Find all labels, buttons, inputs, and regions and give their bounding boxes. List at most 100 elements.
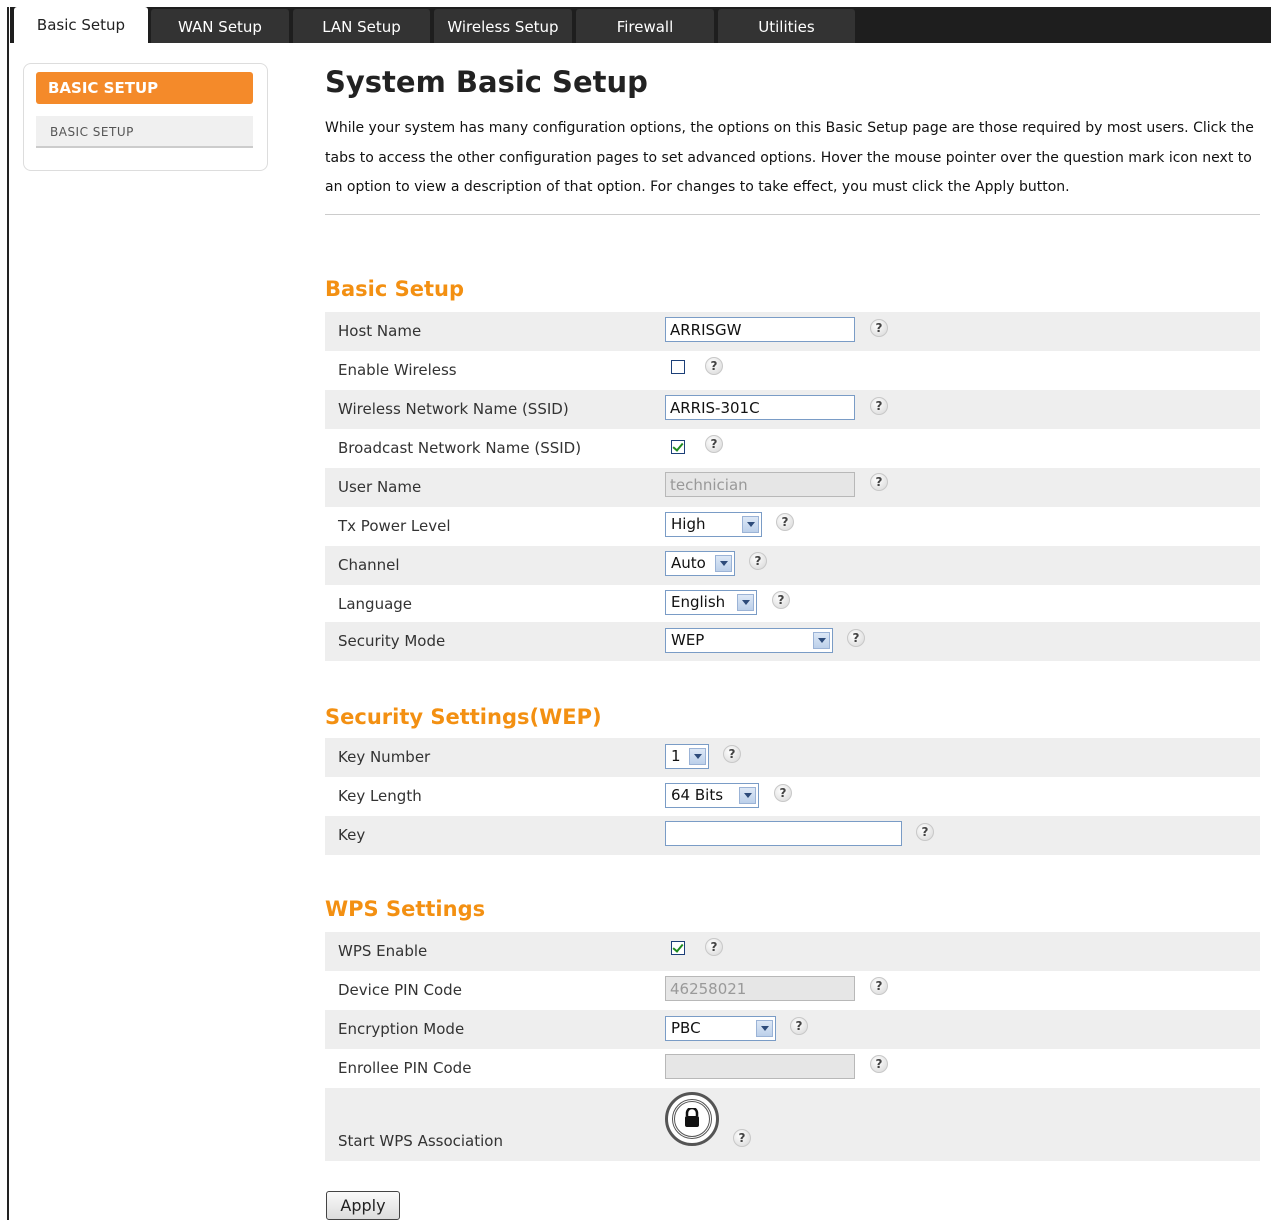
wps-push-button[interactable] bbox=[665, 1092, 719, 1146]
security-mode-select[interactable]: WEP bbox=[665, 628, 833, 653]
help-icon[interactable]: ? bbox=[733, 1129, 751, 1147]
encryption-mode-value: PBC bbox=[671, 1019, 701, 1037]
row-channel: Channel Auto ? bbox=[325, 546, 1260, 585]
top-tab-bar: Basic Setup WAN Setup LAN Setup Wireless… bbox=[10, 7, 1271, 43]
key-number-value: 1 bbox=[671, 747, 681, 765]
checkmark-icon bbox=[672, 941, 684, 953]
row-broadcast-ssid: Broadcast Network Name (SSID) ? bbox=[325, 429, 1260, 468]
window-left-border bbox=[7, 7, 9, 1220]
help-icon[interactable]: ? bbox=[705, 357, 723, 375]
tx-power-select[interactable]: High bbox=[665, 512, 762, 537]
encryption-mode-label: Encryption Mode bbox=[338, 1020, 465, 1038]
start-wps-label: Start WPS Association bbox=[338, 1132, 503, 1150]
wps-enable-label: WPS Enable bbox=[338, 942, 428, 960]
enrollee-pin-label: Enrollee PIN Code bbox=[338, 1059, 472, 1077]
host-name-label: Host Name bbox=[338, 322, 422, 340]
chevron-down-icon bbox=[689, 748, 706, 765]
row-key-number: Key Number 1 ? bbox=[325, 738, 1260, 777]
enable-wireless-label: Enable Wireless bbox=[338, 361, 457, 379]
row-start-wps: Start WPS Association ? bbox=[325, 1088, 1260, 1161]
chevron-down-icon bbox=[739, 787, 756, 804]
help-icon[interactable]: ? bbox=[870, 1055, 888, 1073]
enrollee-pin-input[interactable] bbox=[665, 1054, 855, 1079]
sidebar-header: BASIC SETUP bbox=[36, 72, 253, 104]
row-wps-enable: WPS Enable ? bbox=[325, 932, 1260, 971]
chevron-down-icon bbox=[813, 632, 830, 649]
security-mode-label: Security Mode bbox=[338, 632, 446, 650]
row-language: Language English ? bbox=[325, 585, 1260, 624]
host-name-input[interactable] bbox=[665, 317, 855, 342]
row-key-length: Key Length 64 Bits ? bbox=[325, 777, 1260, 816]
lock-icon bbox=[685, 1108, 699, 1127]
channel-select[interactable]: Auto bbox=[665, 551, 735, 576]
help-icon[interactable]: ? bbox=[870, 473, 888, 491]
help-icon[interactable]: ? bbox=[776, 513, 794, 531]
ssid-input[interactable] bbox=[665, 395, 855, 420]
row-security-mode: Security Mode WEP ? bbox=[325, 622, 1260, 661]
help-icon[interactable]: ? bbox=[916, 823, 934, 841]
chevron-down-icon bbox=[742, 516, 759, 533]
page-title: System Basic Setup bbox=[325, 65, 648, 99]
help-icon[interactable]: ? bbox=[774, 784, 792, 802]
apply-button[interactable]: Apply bbox=[326, 1191, 400, 1220]
help-icon[interactable]: ? bbox=[749, 552, 767, 570]
ssid-label: Wireless Network Name (SSID) bbox=[338, 400, 569, 418]
wps-enable-checkbox[interactable] bbox=[671, 941, 685, 955]
key-number-select[interactable]: 1 bbox=[665, 744, 709, 769]
row-tx-power: Tx Power Level High ? bbox=[325, 507, 1260, 546]
broadcast-ssid-checkbox[interactable] bbox=[671, 440, 685, 454]
row-enrollee-pin: Enrollee PIN Code ? bbox=[325, 1049, 1260, 1088]
chevron-down-icon bbox=[715, 555, 732, 572]
tab-wan-setup[interactable]: WAN Setup bbox=[151, 9, 289, 43]
row-encryption-mode: Encryption Mode PBC ? bbox=[325, 1010, 1260, 1049]
language-label: Language bbox=[338, 595, 413, 613]
help-icon[interactable]: ? bbox=[723, 745, 741, 763]
key-length-label: Key Length bbox=[338, 787, 422, 805]
language-value: English bbox=[671, 593, 726, 611]
row-host-name: Host Name ? bbox=[325, 312, 1260, 351]
section-title-wps-settings: WPS Settings bbox=[325, 897, 486, 921]
key-label: Key bbox=[338, 826, 366, 844]
tab-lan-setup[interactable]: LAN Setup bbox=[293, 9, 430, 43]
help-icon[interactable]: ? bbox=[870, 319, 888, 337]
chevron-down-icon bbox=[737, 594, 754, 611]
tx-power-value: High bbox=[671, 515, 706, 533]
page-intro: While your system has many configuration… bbox=[325, 120, 1254, 195]
device-pin-input bbox=[665, 976, 855, 1001]
channel-label: Channel bbox=[338, 556, 400, 574]
help-icon[interactable]: ? bbox=[847, 629, 865, 647]
checkmark-icon bbox=[672, 440, 684, 452]
key-length-value: 64 Bits bbox=[671, 786, 724, 804]
tab-utilities[interactable]: Utilities bbox=[718, 9, 855, 43]
help-icon[interactable]: ? bbox=[705, 435, 723, 453]
help-icon[interactable]: ? bbox=[870, 397, 888, 415]
device-pin-label: Device PIN Code bbox=[338, 981, 462, 999]
key-length-select[interactable]: 64 Bits bbox=[665, 783, 759, 808]
help-icon[interactable]: ? bbox=[705, 938, 723, 956]
help-icon[interactable]: ? bbox=[772, 591, 790, 609]
key-input[interactable] bbox=[665, 821, 902, 846]
help-icon[interactable]: ? bbox=[790, 1017, 808, 1035]
chevron-down-icon bbox=[756, 1020, 773, 1037]
row-device-pin: Device PIN Code ? bbox=[325, 971, 1260, 1010]
tab-wireless-setup[interactable]: Wireless Setup bbox=[434, 9, 572, 43]
tx-power-label: Tx Power Level bbox=[338, 517, 451, 535]
row-key: Key ? bbox=[325, 816, 1260, 855]
help-icon[interactable]: ? bbox=[870, 977, 888, 995]
channel-value: Auto bbox=[671, 554, 706, 572]
sidebar-item-basic-setup[interactable]: BASIC SETUP bbox=[36, 116, 253, 148]
security-mode-value: WEP bbox=[671, 631, 705, 649]
encryption-mode-select[interactable]: PBC bbox=[665, 1016, 776, 1041]
key-number-label: Key Number bbox=[338, 748, 431, 766]
section-title-basic-setup: Basic Setup bbox=[325, 277, 465, 301]
sidebar: BASIC SETUP BASIC SETUP bbox=[23, 63, 268, 171]
tab-firewall[interactable]: Firewall bbox=[576, 9, 714, 43]
tab-basic-setup[interactable]: Basic Setup bbox=[14, 7, 148, 43]
section-title-security-settings: Security Settings(WEP) bbox=[325, 705, 602, 729]
language-select[interactable]: English bbox=[665, 590, 757, 615]
user-name-label: User Name bbox=[338, 478, 422, 496]
row-user-name: User Name ? bbox=[325, 468, 1260, 507]
row-enable-wireless: Enable Wireless ? bbox=[325, 351, 1260, 390]
enable-wireless-checkbox[interactable] bbox=[671, 360, 685, 374]
user-name-input bbox=[665, 472, 855, 497]
